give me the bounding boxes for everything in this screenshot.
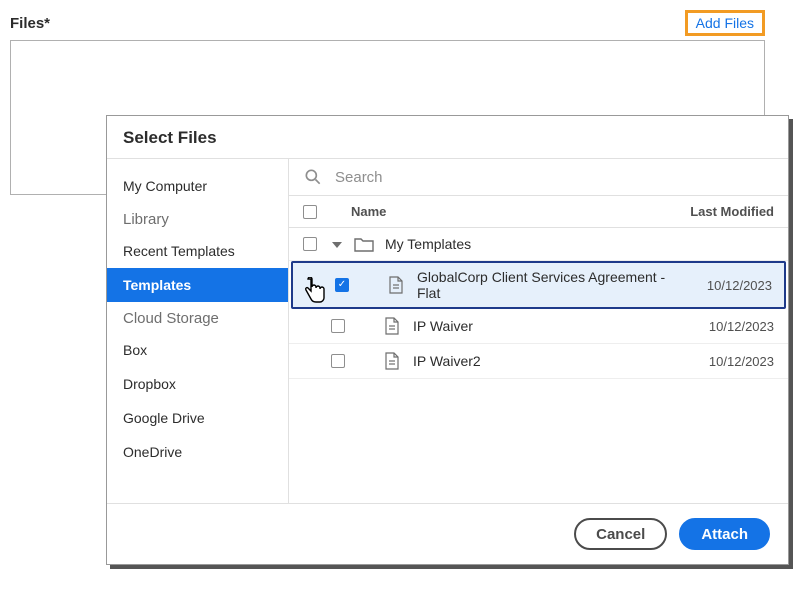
sidebar: My Computer Library Recent Templates Tem… — [107, 159, 289, 503]
file-name: GlobalCorp Client Services Agreement - F… — [413, 269, 672, 301]
files-label: Files* — [10, 15, 50, 32]
select-all-checkbox[interactable] — [303, 205, 317, 219]
file-checkbox[interactable]: ✓ — [335, 278, 349, 292]
file-name: IP Waiver2 — [409, 353, 674, 369]
column-modified[interactable]: Last Modified — [674, 204, 774, 219]
dialog-title: Select Files — [107, 116, 788, 158]
document-icon — [379, 276, 413, 294]
main-panel: Name Last Modified My Templates ✓ — [289, 159, 788, 503]
sidebar-item-box[interactable]: Box — [107, 333, 288, 367]
file-date: 10/12/2023 — [674, 319, 774, 334]
document-icon — [375, 317, 409, 335]
file-row[interactable]: IP Waiver2 10/12/2023 — [289, 344, 788, 379]
column-name[interactable]: Name — [347, 204, 674, 219]
sidebar-item-dropbox[interactable]: Dropbox — [107, 367, 288, 401]
file-row[interactable]: ✓ GlobalCorp Client Services Agreement -… — [291, 261, 786, 309]
cancel-button[interactable]: Cancel — [574, 518, 667, 550]
folder-icon — [347, 236, 381, 252]
sidebar-item-google-drive[interactable]: Google Drive — [107, 401, 288, 435]
sidebar-group-library: Library — [107, 203, 288, 234]
folder-row[interactable]: My Templates — [289, 228, 788, 261]
file-row[interactable]: IP Waiver 10/12/2023 — [289, 309, 788, 344]
sidebar-item-templates[interactable]: Templates — [107, 268, 288, 302]
caret-down-icon[interactable] — [327, 239, 347, 249]
add-files-button[interactable]: Add Files — [685, 10, 765, 36]
search-icon — [303, 167, 323, 187]
sidebar-item-my-computer[interactable]: My Computer — [107, 169, 288, 203]
folder-name: My Templates — [381, 236, 674, 252]
cursor-hand-icon — [301, 277, 329, 310]
file-date: 10/12/2023 — [674, 354, 774, 369]
attach-button[interactable]: Attach — [679, 518, 770, 550]
search-input[interactable] — [333, 168, 774, 187]
file-date: 10/12/2023 — [672, 278, 772, 293]
column-header-row: Name Last Modified — [289, 195, 788, 228]
folder-checkbox[interactable] — [303, 237, 317, 251]
document-icon — [375, 352, 409, 370]
file-checkbox[interactable] — [331, 319, 345, 333]
sidebar-item-recent-templates[interactable]: Recent Templates — [107, 234, 288, 268]
file-name: IP Waiver — [409, 318, 674, 334]
sidebar-group-cloud: Cloud Storage — [107, 302, 288, 333]
sidebar-item-onedrive[interactable]: OneDrive — [107, 435, 288, 469]
file-checkbox[interactable] — [331, 354, 345, 368]
select-files-dialog: Select Files My Computer Library Recent … — [106, 115, 789, 565]
